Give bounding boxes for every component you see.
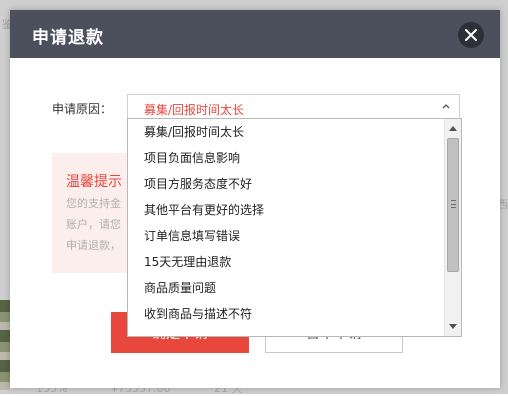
refund-modal: 申请退款 申请原因： 募集/回报时间太长 温馨提示 您的支持金 账户，请您 申请… bbox=[10, 10, 500, 388]
dropdown-scrollbar[interactable] bbox=[444, 119, 461, 336]
modal-title: 申请退款 bbox=[32, 28, 104, 48]
close-button[interactable] bbox=[458, 22, 484, 48]
close-icon bbox=[465, 29, 477, 41]
scroll-down-button[interactable] bbox=[445, 319, 461, 335]
scroll-up-button[interactable] bbox=[445, 120, 461, 136]
reason-option[interactable]: 商品质量问题 bbox=[128, 275, 443, 301]
reason-option[interactable]: 收到商品与描述不符 bbox=[128, 301, 443, 327]
notice-title: 温馨提示 bbox=[66, 174, 122, 190]
reason-label: 申请原因： bbox=[52, 102, 113, 116]
reason-option[interactable]: 订单信息填写错误 bbox=[128, 223, 443, 249]
reason-option[interactable]: 其他平台有更好的选择 bbox=[128, 197, 443, 223]
grip-icon bbox=[451, 200, 456, 208]
reason-dropdown: 募集/回报时间太长 项目负面信息影响 项目方服务态度不好 其他平台有更好的选择 … bbox=[127, 118, 462, 337]
modal-header: 申请退款 bbox=[10, 10, 500, 58]
scroll-thumb[interactable] bbox=[447, 138, 459, 272]
reason-option-list: 募集/回报时间太长 项目负面信息影响 项目方服务态度不好 其他平台有更好的选择 … bbox=[128, 119, 443, 336]
reason-select-value: 募集/回报时间太长 bbox=[144, 103, 245, 117]
chevron-up-icon bbox=[442, 104, 450, 109]
reason-option[interactable]: 项目负面信息影响 bbox=[128, 145, 443, 171]
reason-option[interactable]: 项目方服务态度不好 bbox=[128, 171, 443, 197]
notice-line: 账户，请您 bbox=[66, 218, 121, 231]
reason-option[interactable]: 募集/回报时间太长 bbox=[128, 119, 443, 145]
triangle-down-icon bbox=[449, 324, 457, 329]
notice-line: 申请退款， bbox=[66, 239, 121, 252]
notice-line: 您的支持金 bbox=[66, 197, 121, 210]
reason-select[interactable]: 募集/回报时间太长 bbox=[127, 94, 460, 120]
triangle-up-icon bbox=[449, 126, 457, 131]
reason-option[interactable]: 15天无理由退款 bbox=[128, 249, 443, 275]
